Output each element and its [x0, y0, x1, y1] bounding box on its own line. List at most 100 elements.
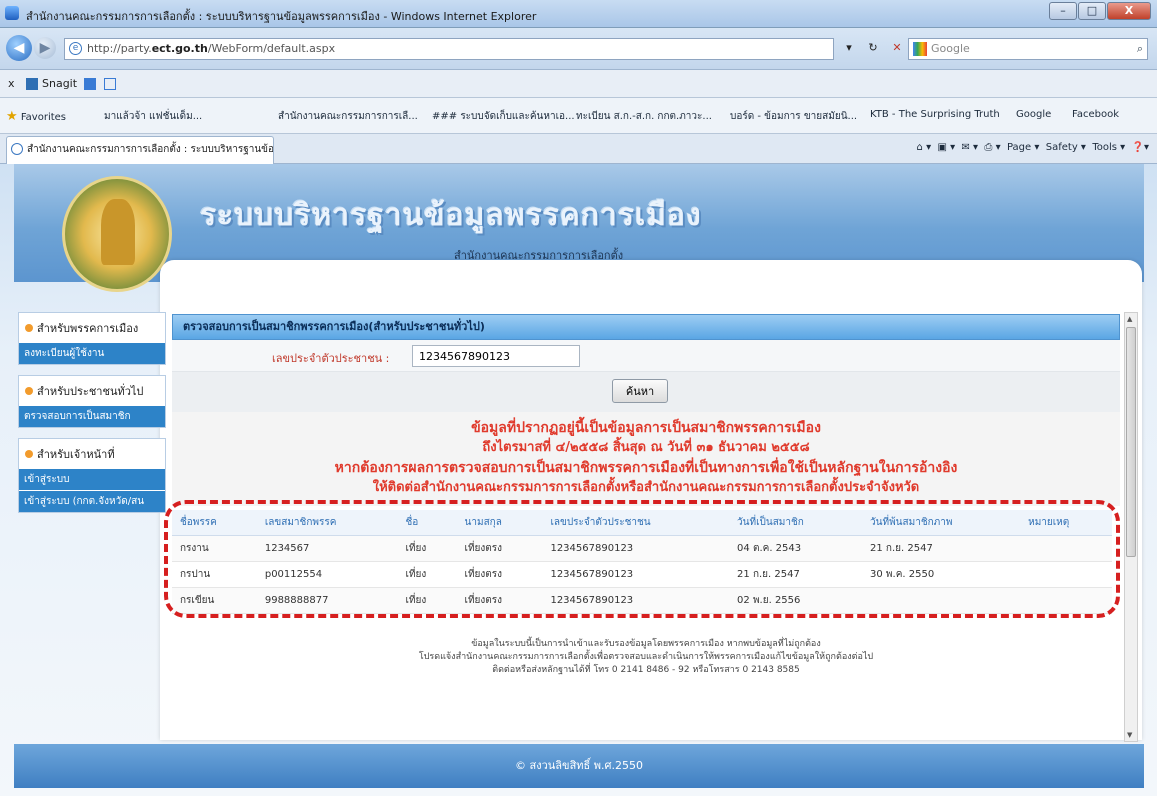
favorite-item[interactable]: Facebook: [1072, 109, 1119, 120]
favorite-item[interactable]: ### ระบบจัดเก็บและค้นหาเอ...: [432, 109, 575, 124]
sidebar: สำหรับพรรคการเมือง ลงทะเบียนผู้ใช้งาน สำ…: [18, 312, 166, 523]
forward-button[interactable]: ▶: [34, 37, 56, 59]
feeds-icon[interactable]: ▣ ▾: [937, 142, 955, 153]
table-row: กรปาน p00112554 เที่ยง เที่ยงตรง 1234567…: [172, 561, 1112, 588]
table-cell: 30 พ.ค. 2550: [862, 561, 1021, 588]
address-toolbar: ◀ ▶ e http://party.ect.go.th/WebForm/def…: [0, 28, 1157, 70]
table-cell: 1234567890123: [542, 587, 730, 614]
toolbar-close-icon[interactable]: x: [8, 77, 15, 90]
results: ชื่อพรรค เลขสมาชิกพรรค ชื่อ นามสกุล เลขป…: [164, 500, 1120, 618]
section-title: ตรวจสอบการเป็นสมาชิกพรรคการเมือง(สำหรับป…: [172, 314, 1120, 340]
sidebar-link-login[interactable]: เข้าสู่ระบบ: [19, 468, 165, 490]
citizen-id-input[interactable]: [412, 345, 580, 367]
snagit-label[interactable]: Snagit: [42, 77, 77, 90]
favorite-item[interactable]: บอร์ด - ข้อมการ ขายสมัยนิ...: [730, 109, 857, 124]
favorites-bar: ★ Favorites มาแล้วจ้า แฟชั่นเด็ม... สำนั…: [0, 98, 1157, 134]
address-tools: ▾ ↻ ✕: [840, 39, 906, 57]
tools-menu[interactable]: Tools ▾: [1092, 142, 1125, 153]
table-row: กรงาน 1234567 เที่ยง เที่ยงตรง 123456789…: [172, 535, 1112, 562]
column-header: เลขสมาชิกพรรค: [256, 510, 398, 536]
favorite-item[interactable]: ทะเบียน ส.ก.-ส.ก. กกต.ภาวะ...: [576, 109, 712, 124]
table-row: กรเขียน 9988888877 เที่ยง เที่ยงตรง 1234…: [172, 587, 1112, 614]
column-header: วันที่พ้นสมาชิกภาพ: [862, 510, 1021, 536]
address-input[interactable]: e http://party.ect.go.th/WebForm/default…: [64, 38, 834, 60]
table-cell: 21 ก.ย. 2547: [862, 535, 1021, 562]
url-path: /WebForm/default.aspx: [207, 42, 336, 55]
snagit-window-icon[interactable]: [104, 78, 116, 90]
table-cell: [1020, 535, 1112, 562]
browser-tab[interactable]: สำนักงานคณะกรรมการการเลือกตั้ง : ระบบบริ…: [6, 136, 274, 164]
search-input[interactable]: Google ⌕: [908, 38, 1148, 60]
table-cell: 04 ต.ค. 2543: [729, 535, 863, 562]
table-cell: เที่ยง: [397, 535, 457, 562]
favorite-item[interactable]: Google: [1016, 109, 1051, 120]
dropdown-arrow-icon[interactable]: ▾: [840, 39, 858, 57]
site-footer: © สงวนลิขสิทธิ์ พ.ศ.2550: [14, 744, 1144, 788]
sidebar-link-login-province[interactable]: เข้าสู่ระบบ (กกต.จังหวัด/สน: [19, 490, 165, 512]
table-cell: 9988888877: [256, 587, 398, 614]
stop-icon[interactable]: ✕: [888, 39, 906, 57]
table-cell: กรเขียน: [172, 587, 257, 614]
table-cell: กรงาน: [172, 535, 257, 562]
home-icon[interactable]: ⌂ ▾: [917, 142, 932, 153]
minimize-button[interactable]: –: [1049, 2, 1077, 20]
notice: ข้อมูลที่ปรากฏอยู่นี้เป็นข้อมูลการเป็นสม…: [172, 412, 1120, 506]
notice-line: ถึงไตรมาสที่ ๔/๒๕๕๘ สิ้นสุด ณ วันที่ ๓๑ …: [482, 440, 810, 455]
sidebar-link-check-membership[interactable]: ตรวจสอบการเป็นสมาชิก: [19, 405, 165, 427]
print-icon[interactable]: ⎙ ▾: [984, 142, 1000, 153]
table-cell: 1234567: [256, 535, 398, 562]
favorites-button[interactable]: ★ Favorites: [6, 109, 66, 124]
safety-menu[interactable]: Safety ▾: [1046, 142, 1086, 153]
sidebar-section-staff: สำหรับเจ้าหน้าที่ เข้าสู่ระบบ เข้าสู่ระบ…: [18, 438, 166, 513]
favorite-item[interactable]: สำนักงานคณะกรรมการการเลื...: [278, 109, 418, 124]
disclaimer-note: ข้อมูลในระบบนี้เป็นการนำเข้าและรับรองข้อ…: [172, 638, 1120, 677]
scroll-down-arrow-icon[interactable]: ▼: [1127, 731, 1132, 739]
snagit-capture-icon[interactable]: [84, 78, 96, 90]
maximize-button[interactable]: □: [1078, 2, 1106, 20]
table-cell: 1234567890123: [542, 561, 730, 588]
table-header-row: ชื่อพรรค เลขสมาชิกพรรค ชื่อ นามสกุล เลขป…: [172, 510, 1112, 536]
inner-scrollbar[interactable]: ▲ ▼: [1124, 312, 1138, 742]
sidebar-section-title: สำหรับเจ้าหน้าที่: [19, 445, 165, 468]
bullet-icon: [25, 450, 33, 458]
mail-icon[interactable]: ✉ ▾: [961, 142, 978, 153]
sidebar-section-party: สำหรับพรรคการเมือง ลงทะเบียนผู้ใช้งาน: [18, 312, 166, 365]
table-cell: เที่ยงตรง: [456, 587, 543, 614]
search-placeholder: Google: [931, 42, 970, 55]
notice-line: ข้อมูลที่ปรากฏอยู่นี้เป็นข้อมูลการเป็นสม…: [471, 420, 821, 436]
id-form-row: เลขประจำตัวประชาชน :: [172, 340, 1120, 372]
favorite-item[interactable]: KTB - The Surprising Truth: [870, 109, 1000, 120]
results-table: ชื่อพรรค เลขสมาชิกพรรค ชื่อ นามสกุล เลขป…: [172, 510, 1112, 614]
column-header: เลขประจำตัวประชาชน: [542, 510, 730, 536]
search-button[interactable]: ค้นหา: [612, 379, 668, 403]
web-page: ระบบบริหารฐานข้อมูลพรรคการเมือง สำนักงาน…: [0, 164, 1157, 796]
scroll-up-arrow-icon[interactable]: ▲: [1127, 315, 1132, 323]
sidebar-link-register[interactable]: ลงทะเบียนผู้ใช้งาน: [19, 342, 165, 364]
table-cell: เที่ยง: [397, 561, 457, 588]
column-header: ชื่อ: [397, 510, 457, 536]
sidebar-section-title: สำหรับประชาชนทั่วไป: [19, 382, 165, 405]
ie-page-icon: [11, 143, 23, 155]
help-icon[interactable]: ❓▾: [1132, 142, 1149, 153]
favorite-item[interactable]: มาแล้วจ้า แฟชั่นเด็ม...: [104, 109, 202, 124]
table-cell: [862, 587, 1021, 614]
column-header: ชื่อพรรค: [172, 510, 257, 536]
disclaimer-line: โปรดแจ้งสำนักงานคณะกรรมการการเลือกตั้งเพ…: [418, 652, 874, 662]
scrollbar-thumb[interactable]: [1126, 327, 1136, 557]
table-cell: กรปาน: [172, 561, 257, 588]
notice-line: ให้ติดต่อสำนักงานคณะกรรมการการเลือกตั้งห…: [372, 480, 920, 495]
back-button[interactable]: ◀: [6, 35, 32, 61]
page-menu[interactable]: Page ▾: [1007, 142, 1039, 153]
column-header: หมายเหตุ: [1020, 510, 1112, 536]
window-title: สำนักงานคณะกรรมการการเลือกตั้ง : ระบบบริ…: [26, 10, 537, 23]
window-controls: – □ X: [1049, 2, 1151, 20]
ie-page-icon: e: [69, 42, 82, 55]
table-cell: เที่ยง: [397, 587, 457, 614]
search-icon[interactable]: ⌕: [1137, 39, 1143, 59]
sidebar-section-title: สำหรับพรรคการเมือง: [19, 319, 165, 342]
close-button[interactable]: X: [1107, 2, 1151, 20]
refresh-icon[interactable]: ↻: [864, 39, 882, 57]
command-bar: ⌂ ▾ ▣ ▾ ✉ ▾ ⎙ ▾ Page ▾ Safety ▾ Tools ▾ …: [917, 142, 1149, 153]
snagit-toolbar: x Snagit: [0, 70, 1157, 98]
browser-tab-bar: สำนักงานคณะกรรมการการเลือกตั้ง : ระบบบริ…: [0, 134, 1157, 164]
